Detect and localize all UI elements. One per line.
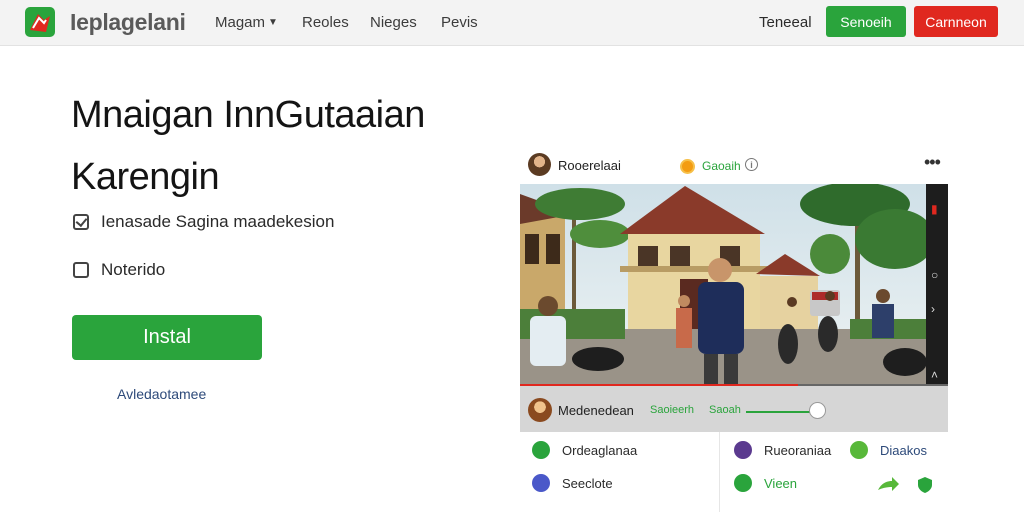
share-arrow-icon[interactable] (876, 476, 900, 494)
feature-label: Noterido (101, 260, 166, 279)
caption-tag-1[interactable]: Saoieerh (650, 404, 694, 416)
menu-item-label: Seeclote (562, 475, 613, 491)
feature-item-2[interactable]: Noterido (73, 260, 165, 280)
leaf-icon (850, 441, 868, 459)
video-caption-bar: Medenedean Saoieerh Saoah (520, 386, 948, 432)
nav-item-nieges[interactable]: Nieges (370, 14, 417, 31)
chevron-up-icon[interactable]: ˄ (931, 368, 938, 382)
caption-slider-knob[interactable] (809, 402, 826, 419)
video-side-controls: ▮ ○ › ˄ (926, 184, 948, 386)
circle-icon[interactable]: ○ (931, 268, 938, 282)
chevron-down-icon: ▼ (268, 17, 278, 28)
caption-name[interactable]: Medenedean (558, 403, 634, 418)
caption-slider-track[interactable] (746, 411, 810, 413)
menu-item-vieen[interactable]: Vieen (734, 474, 797, 492)
nav-item-pevis[interactable]: Pevis (441, 14, 478, 31)
card-badge[interactable]: Gaoaih (702, 159, 741, 173)
app-logo-icon[interactable] (24, 6, 56, 38)
menu-item-label: Diaakos (880, 442, 927, 458)
menu-divider (719, 432, 720, 512)
checkbox-icon[interactable] (73, 262, 89, 278)
leaf-icon (532, 441, 550, 459)
menu-item-ordeaglanaa[interactable]: Ordeaglanaa (532, 441, 637, 459)
secondary-link[interactable]: Avledaotamee (117, 386, 206, 402)
chevron-right-icon[interactable]: › (931, 302, 935, 316)
checkbox-icon[interactable] (73, 214, 89, 230)
preview-menu: Ordeaglanaa Seeclote Rueoraniaa Diaakos … (520, 432, 948, 512)
menu-item-label: Rueoraniaa (764, 442, 832, 458)
coin-icon (680, 159, 695, 174)
green-header-button[interactable]: Senoeih (826, 6, 906, 37)
more-options-icon[interactable]: ••• (924, 152, 941, 173)
page-title-line-2: Karengin (71, 156, 220, 198)
shield-icon[interactable] (917, 476, 933, 494)
bookmark-icon[interactable]: ▮ (931, 202, 938, 216)
page-title: Mnaigan InnGutaaian Karengin (71, 84, 511, 208)
feature-label: Ienasade Sagina maadekesion (101, 212, 335, 231)
nav-item-reoles[interactable]: Reoles (302, 14, 349, 31)
nav-item-label: Magam (215, 14, 266, 31)
video-preview-card: Rooerelaai Gaoaih i ••• ▮ ○ › ˄ Medenede… (520, 148, 948, 512)
street-scene-image (520, 184, 948, 386)
video-frame[interactable]: ▮ ○ › ˄ (520, 184, 948, 386)
avatar[interactable] (528, 398, 552, 422)
menu-item-diaakos[interactable]: Diaakos (850, 441, 927, 459)
top-navigation-bar: Ieplagelani Magam ▼ Reoles Nieges Pevis T… (0, 0, 1024, 46)
info-icon[interactable]: i (745, 158, 758, 171)
nav-item-magam[interactable]: Magam ▼ (215, 14, 278, 31)
menu-item-label: Vieen (764, 475, 798, 491)
chat-icon (532, 474, 550, 492)
brand-name[interactable]: Ieplagelani (70, 9, 186, 36)
card-username[interactable]: Rooerelaai (558, 158, 621, 173)
install-button[interactable]: Instal (72, 315, 262, 360)
menu-item-rueoraniaa[interactable]: Rueoraniaa (734, 441, 831, 459)
check-circle-icon (734, 474, 752, 492)
card-header: Rooerelaai Gaoaih i ••• (520, 148, 948, 184)
feature-item-1[interactable]: Ienasade Sagina maadekesion (73, 212, 334, 232)
menu-item-seeclote[interactable]: Seeclote (532, 474, 613, 492)
caption-tag-2[interactable]: Saoah (709, 404, 741, 416)
header-link[interactable]: Teneeal (759, 14, 812, 31)
menu-item-label: Ordeaglanaa (562, 442, 638, 458)
avatar[interactable] (528, 153, 551, 176)
grid-icon (734, 441, 752, 459)
page-title-line-1: Mnaigan InnGutaaian (71, 94, 425, 136)
red-header-button[interactable]: Carnneon (914, 6, 998, 37)
